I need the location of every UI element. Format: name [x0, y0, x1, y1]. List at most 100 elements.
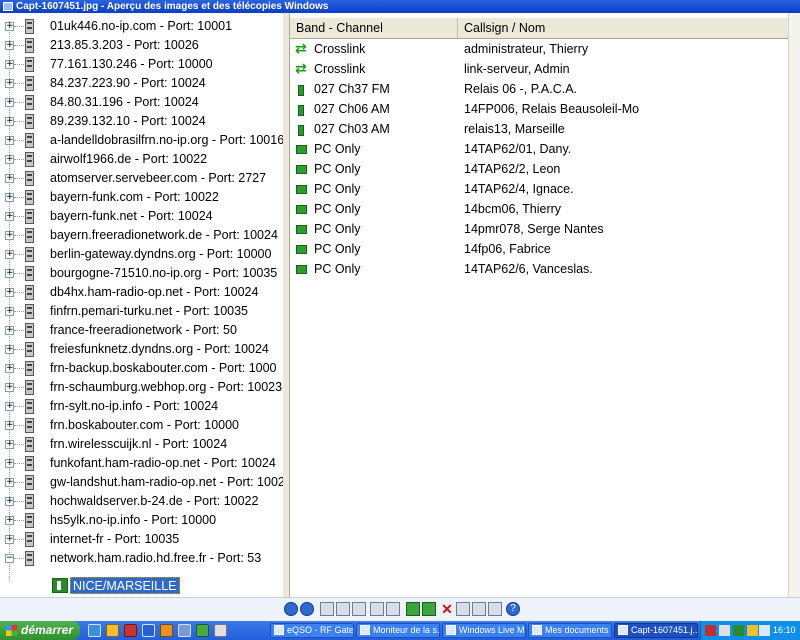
expand-icon[interactable]: + [5, 41, 14, 50]
tree-server-row[interactable]: + frn.boskabouter.com - Port: 10000 [0, 416, 283, 435]
tree-server-row[interactable]: + frn-backup.boskabouter.com - Port: 1000 [0, 359, 283, 378]
taskbar-button[interactable]: Moniteur de la s... [356, 623, 440, 638]
tree-server-row[interactable]: + frn-sylt.no-ip.info - Port: 10024 [0, 397, 283, 416]
tree-server-row[interactable]: + funkofant.ham-radio-op.net - Port: 1002… [0, 454, 283, 473]
quick-launch-tool-icon[interactable] [196, 624, 209, 637]
list-row[interactable]: 027 Ch03 AM relais13, Marseille [290, 119, 788, 139]
expand-icon[interactable]: + [5, 326, 14, 335]
expand-icon[interactable]: + [5, 383, 14, 392]
expand-icon[interactable]: + [5, 155, 14, 164]
expand-icon[interactable]: + [5, 136, 14, 145]
tree-server-row[interactable]: + bayern.freeradionetwork.de - Port: 1002… [0, 226, 283, 245]
tree-server-row[interactable]: − network.ham.radio.hd.free.fr - Port: 53 [0, 549, 283, 568]
tray-volume-icon[interactable] [747, 625, 758, 636]
taskbar-button[interactable]: eQSO - RF Gate ... [270, 623, 354, 638]
tree-server-row[interactable]: + atomserver.servebeer.com - Port: 2727 [0, 169, 283, 188]
tree-server-row[interactable]: +77.161.130.246 - Port: 10000 [0, 55, 283, 74]
quick-launch-browser-icon[interactable] [142, 624, 155, 637]
taskbar-button[interactable]: Windows Live M... [442, 623, 526, 638]
vertical-scrollbar[interactable] [788, 13, 800, 597]
expand-icon[interactable]: + [5, 421, 14, 430]
tree-server-row[interactable]: +84.80.31.196 - Port: 10024 [0, 93, 283, 112]
expand-icon[interactable]: + [5, 307, 14, 316]
list-row[interactable]: PC Only 14fp06, Fabrice [290, 239, 788, 259]
actual-size-icon[interactable] [336, 602, 350, 616]
rotate-clockwise-icon[interactable] [406, 602, 420, 616]
list-row[interactable]: PC Only 14TAP62/2, Leon [290, 159, 788, 179]
help-icon[interactable]: ? [506, 602, 520, 616]
open-with-icon[interactable] [488, 602, 502, 616]
list-row[interactable]: PC Only 14TAP62/01, Dany. [290, 139, 788, 159]
tree-server-row[interactable]: +89.239.132.10 - Port: 10024 [0, 112, 283, 131]
server-tree[interactable]: +01uk446.no-ip.com - Port: 10001 +213.85.… [0, 13, 284, 597]
expand-icon[interactable]: + [5, 497, 14, 506]
list-row[interactable]: 027 Ch37 FM Relais 06 -, P.A.C.A. [290, 79, 788, 99]
expand-icon[interactable]: + [5, 79, 14, 88]
column-header-band[interactable]: Band - Channel [290, 18, 458, 38]
expand-icon[interactable]: + [5, 345, 14, 354]
tree-server-row[interactable]: + berlin-gateway.dyndns.org - Port: 10000 [0, 245, 283, 264]
expand-icon[interactable]: + [5, 440, 14, 449]
tree-server-row[interactable]: + bayern-funk.net - Port: 10024 [0, 207, 283, 226]
taskbar-button[interactable]: Mes documents [528, 623, 612, 638]
tree-server-row[interactable]: + airwolf1966.de - Port: 10022 [0, 150, 283, 169]
list-row[interactable]: PC Only 14pmr078, Serge Nantes [290, 219, 788, 239]
tree-server-row[interactable]: + frn-schaumburg.webhop.org - Port: 10023 [0, 378, 283, 397]
expand-icon[interactable]: + [5, 212, 14, 221]
expand-icon[interactable]: + [5, 364, 14, 373]
list-row[interactable]: ⇄ Crosslink link-serveur, Admin [290, 59, 788, 79]
taskbar-button[interactable]: Capt-1607451.j... [614, 623, 698, 638]
rotate-counterclockwise-icon[interactable] [422, 602, 436, 616]
list-row[interactable]: ⇄ Crosslink administrateur, Thierry [290, 39, 788, 59]
quick-launch-messenger-icon[interactable] [178, 624, 191, 637]
tree-server-row[interactable]: + freiesfunknetz.dyndns.org - Port: 10024 [0, 340, 283, 359]
expand-icon[interactable]: + [5, 193, 14, 202]
tray-network-icon[interactable] [719, 625, 730, 636]
print-icon[interactable] [456, 602, 470, 616]
expand-icon[interactable]: + [5, 535, 14, 544]
selected-channel-label[interactable]: NICE/MARSEILLE [70, 577, 180, 594]
expand-icon[interactable]: + [5, 22, 14, 31]
next-image-icon[interactable] [300, 602, 314, 616]
zoom-out-icon[interactable] [386, 602, 400, 616]
tree-server-row[interactable]: + france-freeradionetwork - Port: 50 [0, 321, 283, 340]
expand-icon[interactable]: + [5, 459, 14, 468]
title-bar[interactable]: Capt-1607451.jpg - Aperçu des images et … [0, 0, 800, 13]
tree-server-row[interactable]: + gw-landshut.ham-radio-op.net - Port: 10… [0, 473, 283, 492]
tree-server-row[interactable]: + a-landelldobrasilfrn.no-ip.org - Port: … [0, 131, 283, 150]
column-header-callsign[interactable]: Callsign / Nom [458, 18, 788, 38]
tree-server-row[interactable]: + bayern-funk.com - Port: 10022 [0, 188, 283, 207]
quick-launch-media-icon[interactable] [160, 624, 173, 637]
pane-splitter[interactable] [283, 13, 290, 597]
quick-launch-folder-icon[interactable] [106, 624, 119, 637]
expand-icon[interactable]: + [5, 516, 14, 525]
tray-antivirus-icon[interactable] [705, 625, 716, 636]
start-button[interactable]: démarrer [0, 621, 80, 640]
expand-icon[interactable]: + [5, 269, 14, 278]
tree-server-row[interactable]: +213.85.3.203 - Port: 10026 [0, 36, 283, 55]
client-list[interactable]: Band - Channel Callsign / Nom ⇄ Crosslink… [290, 13, 788, 597]
tree-child-row[interactable]: NICE/MARSEILLE [0, 576, 283, 595]
tree-server-row[interactable]: + frn.wirelesscuijk.nl - Port: 10024 [0, 435, 283, 454]
tree-server-row[interactable]: + internet-fr - Port: 10035 [0, 530, 283, 549]
expand-icon[interactable]: + [5, 250, 14, 259]
expand-icon[interactable]: + [5, 60, 14, 69]
list-row[interactable]: PC Only 14TAP62/6, Vanceslas. [290, 259, 788, 279]
zoom-in-icon[interactable] [370, 602, 384, 616]
tree-server-row[interactable]: + finfrn.pemari-turku.net - Port: 10035 [0, 302, 283, 321]
list-row[interactable]: PC Only 14bcm06, Thierry [290, 199, 788, 219]
previous-image-icon[interactable] [284, 602, 298, 616]
delete-icon[interactable]: ✕ [440, 602, 454, 616]
quick-launch-generic-icon[interactable] [214, 624, 227, 637]
expand-icon[interactable]: + [5, 402, 14, 411]
save-icon[interactable] [472, 602, 486, 616]
list-row[interactable]: 027 Ch06 AM 14FP006, Relais Beausoleil-Mo [290, 99, 788, 119]
best-fit-icon[interactable] [320, 602, 334, 616]
tree-server-row[interactable]: +01uk446.no-ip.com - Port: 10001 [0, 17, 283, 36]
tree-server-row[interactable]: + bourgogne-71510.no-ip.org - Port: 10035 [0, 264, 283, 283]
slideshow-icon[interactable] [352, 602, 366, 616]
tray-update-icon[interactable] [759, 625, 770, 636]
tree-server-row[interactable]: + hochwaldserver.b-24.de - Port: 10022 [0, 492, 283, 511]
quick-launch-desktop-icon[interactable] [88, 624, 101, 637]
expand-icon[interactable]: + [5, 231, 14, 240]
